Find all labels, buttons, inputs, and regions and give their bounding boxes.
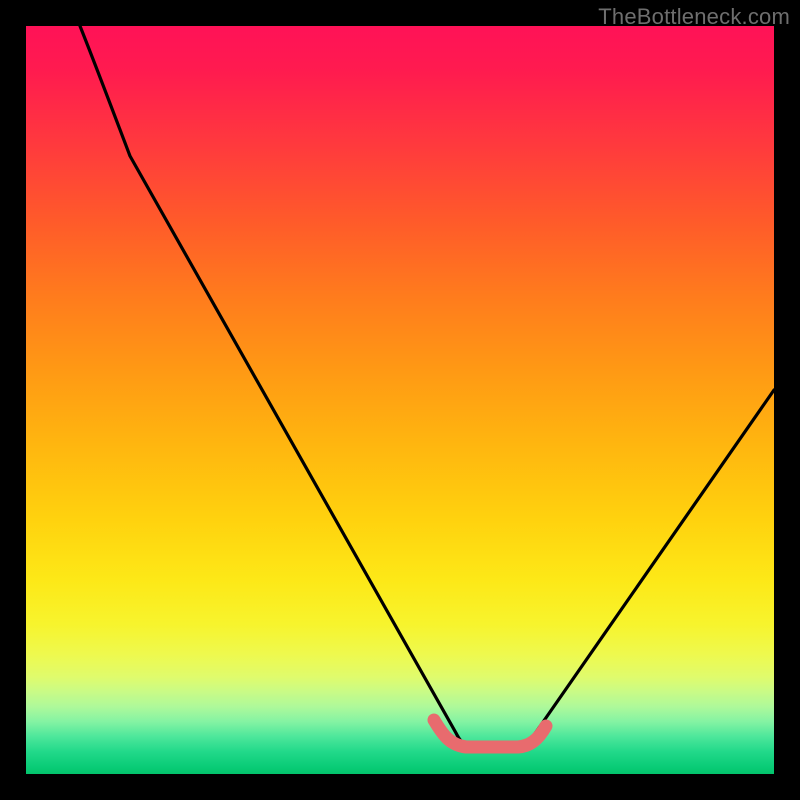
- watermark-text: TheBottleneck.com: [598, 4, 790, 30]
- chart-stage: TheBottleneck.com: [0, 0, 800, 800]
- plot-area: [26, 26, 774, 774]
- curve-svg: [26, 26, 774, 774]
- bottleneck-curve: [80, 26, 774, 747]
